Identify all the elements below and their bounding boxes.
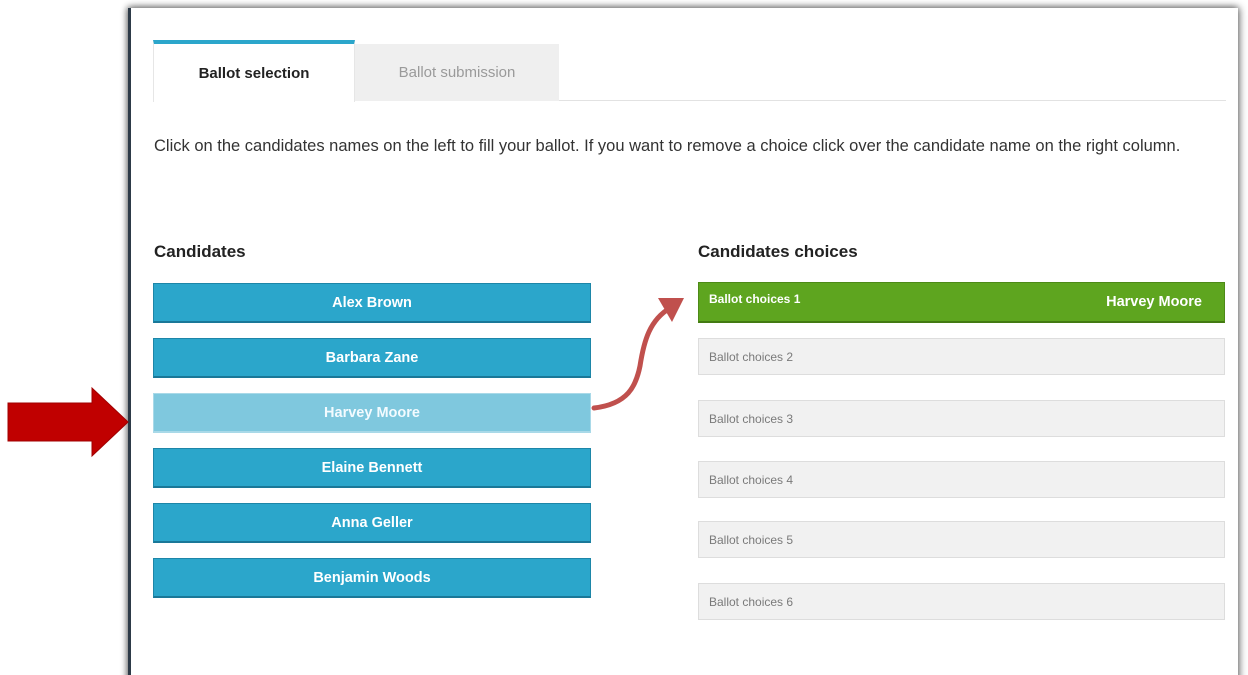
candidate-button[interactable]: Benjamin Woods — [153, 558, 591, 598]
ballot-choice-label: Ballot choices 6 — [709, 594, 794, 609]
candidates-heading: Candidates — [154, 242, 246, 261]
ballot-choice-slot[interactable]: Ballot choices 3 — [698, 400, 1225, 437]
candidate-button[interactable]: Anna Geller — [153, 503, 591, 543]
ballot-choice-label: Ballot choices 5 — [709, 532, 794, 547]
ballot-choice-label: Ballot choices 1 — [709, 292, 801, 306]
instructions-text: Click on the candidates names on the lef… — [154, 137, 1181, 155]
ballot-choice-slot[interactable]: Ballot choices 5 — [698, 521, 1225, 558]
tab-ballot-submission[interactable]: Ballot submission — [355, 44, 559, 101]
ballot-choice-label: Ballot choices 4 — [709, 472, 794, 487]
ballot-choice-slot[interactable]: Ballot choices 2 — [698, 338, 1225, 375]
tab-ballot-selection[interactable]: Ballot selection — [153, 40, 355, 102]
candidate-button-selected[interactable]: Harvey Moore — [153, 393, 591, 433]
candidate-button[interactable]: Alex Brown — [153, 283, 591, 323]
candidates-choices-heading: Candidates choices — [698, 242, 858, 261]
ballot-choice-label: Ballot choices 3 — [709, 411, 794, 426]
tab-bar: Ballot selection Ballot submission — [153, 40, 1226, 102]
ballot-choice-slot[interactable]: Ballot choices 4 — [698, 461, 1225, 498]
ballot-choice-slot-filled[interactable]: Ballot choices 1 Harvey Moore — [698, 282, 1225, 323]
candidate-button[interactable]: Barbara Zane — [153, 338, 591, 378]
ballot-choice-slot[interactable]: Ballot choices 6 — [698, 583, 1225, 620]
candidate-button[interactable]: Elaine Bennett — [153, 448, 591, 488]
right-arrow-icon — [7, 386, 129, 458]
ballot-choice-label: Ballot choices 2 — [709, 349, 794, 364]
curved-arrow-icon — [591, 298, 684, 411]
ballot-choice-candidate: Harvey Moore — [1106, 294, 1202, 310]
